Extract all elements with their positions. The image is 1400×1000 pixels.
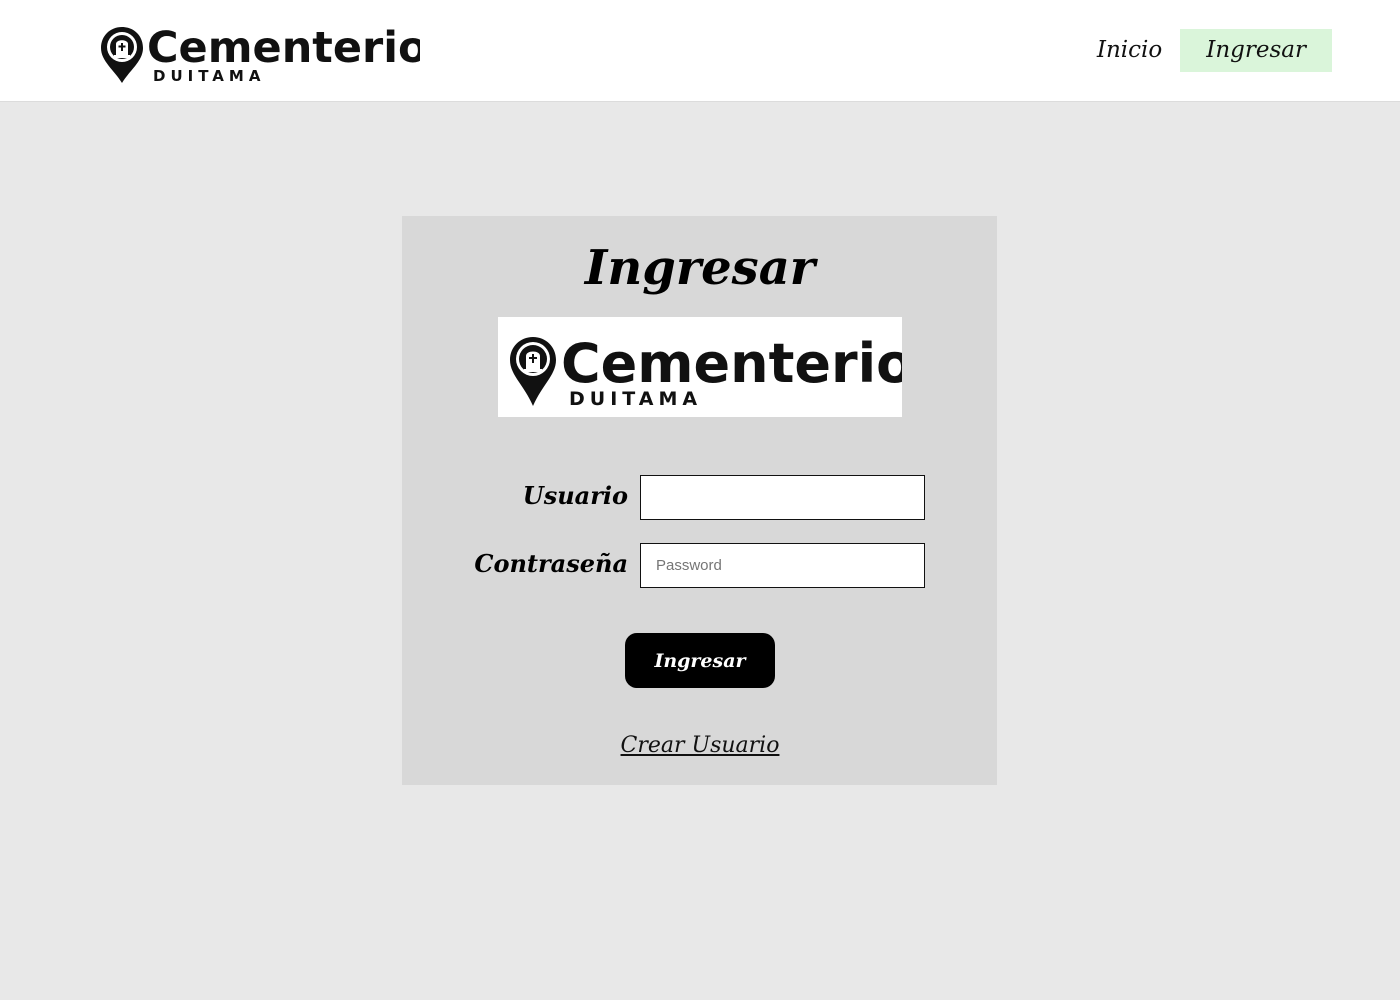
username-input[interactable] [640, 475, 925, 520]
login-logo-subtitle: DUITAMA [569, 388, 702, 410]
brand-logo[interactable]: Cementerio DUITAMA [100, 22, 420, 84]
password-label: Contraseña [474, 549, 628, 578]
password-input[interactable] [640, 543, 925, 588]
main-nav: Inicio Ingresar [1079, 29, 1332, 72]
site-header: Cementerio DUITAMA Inicio Ingresar [0, 0, 1400, 102]
nav-link-ingresar[interactable]: Ingresar [1180, 29, 1332, 72]
login-submit-button[interactable]: Ingresar [625, 633, 775, 688]
brand-subtitle: DUITAMA [153, 67, 265, 84]
login-title: Ingresar [584, 240, 816, 296]
nav-link-inicio[interactable]: Inicio [1079, 29, 1180, 72]
map-pin-tombstone-icon [510, 337, 556, 406]
create-user-container: Crear Usuario [0, 733, 1400, 758]
brand-name: Cementerio [147, 23, 420, 73]
login-logo-name: Cementerio [561, 332, 902, 395]
brand-logo-graphic: Cementerio DUITAMA [101, 23, 420, 84]
login-logo-graphic: Cementerio DUITAMA [510, 332, 913, 410]
username-label: Usuario [522, 481, 628, 510]
create-user-link[interactable]: Crear Usuario [621, 733, 780, 758]
map-pin-tombstone-icon [101, 27, 143, 83]
password-row: Contraseña [402, 543, 997, 588]
username-row: Usuario [402, 475, 997, 520]
login-logo: Cementerio DUITAMA [498, 317, 913, 417]
